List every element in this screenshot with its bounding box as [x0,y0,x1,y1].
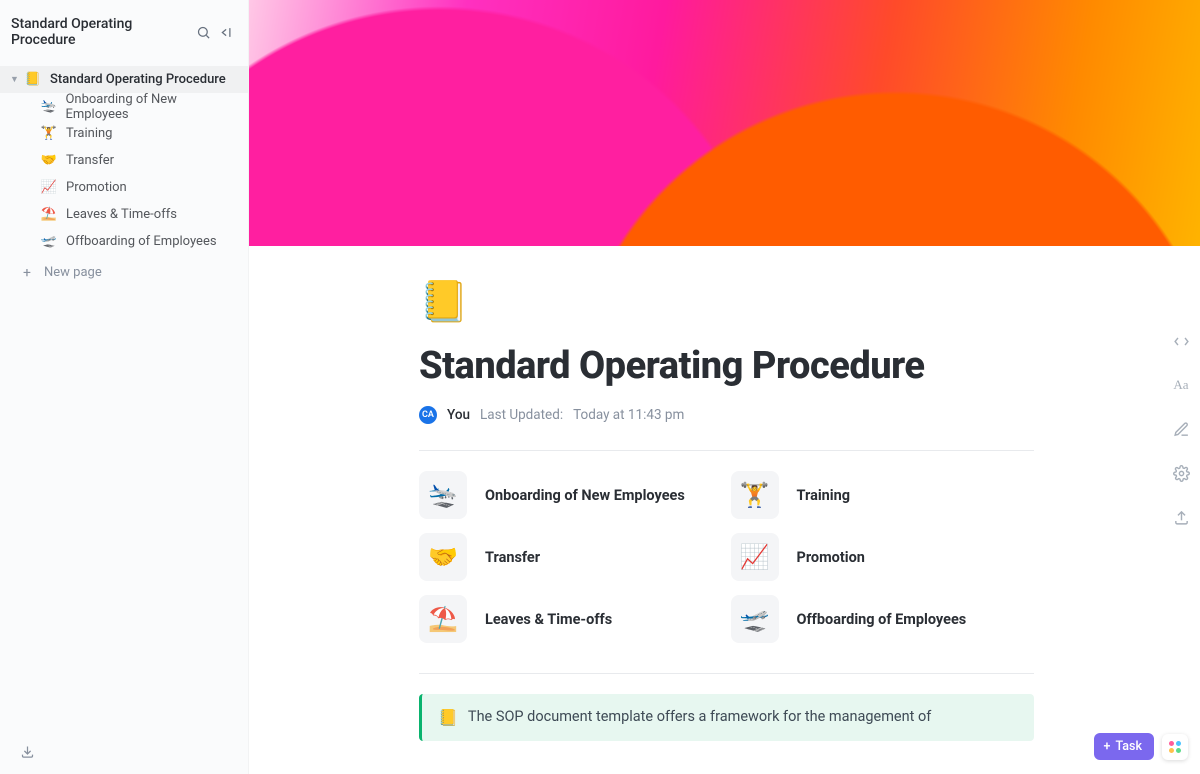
page-icon: 🛫 [40,234,58,249]
card-transfer[interactable]: 🤝 Transfer [419,533,723,581]
card-icon: 🛬 [419,471,467,519]
expand-icon[interactable] [1170,330,1192,352]
card-label: Promotion [797,549,865,566]
plus-icon: + [1104,739,1111,754]
typography-icon[interactable]: Aa [1170,374,1192,396]
page-title[interactable]: Standard Operating Procedure [419,344,1034,388]
sidebar-item-training[interactable]: 🏋️ Training [0,120,248,147]
task-button-label: Task [1116,739,1143,754]
sidebar-item-root[interactable]: ▼ 📒 Standard Operating Procedure [0,66,248,93]
avatar[interactable]: CA [419,406,437,424]
share-icon[interactable] [1170,506,1192,528]
card-leaves[interactable]: ⛱️ Leaves & Time-offs [419,595,723,643]
cover-image[interactable] [249,0,1200,246]
page-icon: 🛬 [40,99,57,114]
sidebar-item-transfer[interactable]: 🤝 Transfer [0,147,248,174]
card-label: Transfer [485,549,540,566]
sidebar-item-label: Transfer [66,153,114,168]
page-icon: 🤝 [40,153,58,168]
card-icon: 📈 [731,533,779,581]
updated-label: Last Updated: [480,407,563,423]
page-meta: CA You Last Updated: Today at 11:43 pm [419,406,1034,424]
new-task-button[interactable]: + Task [1094,733,1154,760]
page-tree: ▼ 📒 Standard Operating Procedure 🛬 Onboa… [0,60,248,294]
card-onboarding[interactable]: 🛬 Onboarding of New Employees [419,471,723,519]
sidebar-item-label: Promotion [66,180,127,195]
sidebar-item-label: Onboarding of New Employees [65,92,238,122]
divider [419,450,1034,451]
workspace-title: Standard Operating Procedure [11,16,192,48]
sidebar-header: Standard Operating Procedure [0,0,248,60]
plus-icon: + [20,266,34,280]
sidebar-item-label: Leaves & Time-offs [66,207,177,222]
page-icon: 📒 [24,72,42,87]
apps-button[interactable] [1162,734,1188,760]
card-promotion[interactable]: 📈 Promotion [731,533,1035,581]
collapse-sidebar-icon[interactable] [214,21,236,43]
new-page-label: New page [44,265,102,280]
card-label: Offboarding of Employees [797,611,967,628]
card-icon: 🏋️ [731,471,779,519]
updated-value: Today at 11:43 pm [573,407,684,423]
page-links-grid: 🛬 Onboarding of New Employees 🏋️ Trainin… [419,471,1034,643]
chevron-down-icon[interactable]: ▼ [10,74,20,85]
card-icon: 🤝 [419,533,467,581]
main-content: 📒 Standard Operating Procedure CA You La… [249,0,1200,774]
apps-icon [1169,741,1181,753]
right-toolbar: Aa [1170,330,1192,528]
sidebar-item-label: Offboarding of Employees [66,234,217,249]
callout-icon: 📒 [438,708,458,727]
edit-icon[interactable] [1170,418,1192,440]
card-icon: 🛫 [731,595,779,643]
card-label: Onboarding of New Employees [485,487,685,504]
settings-icon[interactable] [1170,462,1192,484]
author-name: You [447,407,470,423]
page-icon: ⛱️ [40,207,58,222]
card-icon: ⛱️ [419,595,467,643]
sidebar: Standard Operating Procedure ▼ 📒 Standar… [0,0,249,774]
page-icon: 🏋️ [40,126,58,141]
import-icon[interactable] [16,740,38,762]
sidebar-item-label: Training [66,126,112,141]
page-icon: 📈 [40,180,58,195]
card-offboarding[interactable]: 🛫 Offboarding of Employees [731,595,1035,643]
search-icon[interactable] [192,21,214,43]
document: 📒 Standard Operating Procedure CA You La… [249,246,1200,741]
card-label: Leaves & Time-offs [485,611,612,628]
callout-block[interactable]: 📒 The SOP document template offers a fra… [419,694,1034,741]
callout-text: The SOP document template offers a frame… [468,708,931,727]
sidebar-item-promotion[interactable]: 📈 Promotion [0,174,248,201]
sidebar-item-offboarding[interactable]: 🛫 Offboarding of Employees [0,228,248,255]
page-emoji[interactable]: 📒 [419,282,1034,322]
sidebar-item-onboarding[interactable]: 🛬 Onboarding of New Employees [0,93,248,120]
card-label: Training [797,487,851,504]
sidebar-item-leaves[interactable]: ⛱️ Leaves & Time-offs [0,201,248,228]
sidebar-item-label: Standard Operating Procedure [50,72,226,87]
divider [419,673,1034,674]
new-page-button[interactable]: + New page [0,257,248,288]
card-training[interactable]: 🏋️ Training [731,471,1035,519]
